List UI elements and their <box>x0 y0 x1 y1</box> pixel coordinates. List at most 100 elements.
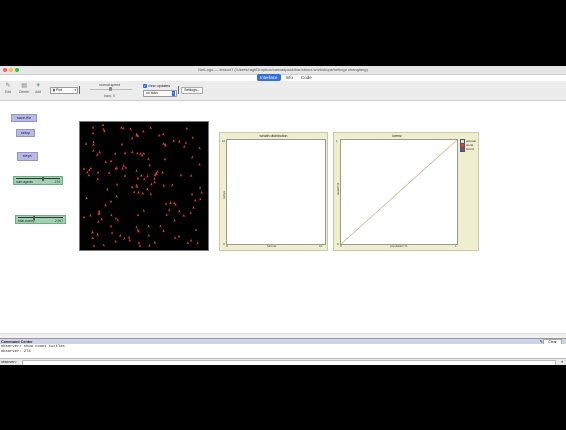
y-max-label: 10 <box>222 139 226 143</box>
turtle <box>127 235 131 239</box>
command-output: observer> show count turtles observer: 2… <box>0 344 566 357</box>
update-mode-select[interactable]: on ticks ↕ <box>143 90 177 97</box>
toolbar-separator <box>178 86 179 94</box>
netlogo-window: NetLogo — lesson7 (/Users/ragt/Dropbox/c… <box>0 66 566 365</box>
turtle <box>121 166 124 171</box>
add-label: Add <box>35 90 42 94</box>
turtle <box>146 187 149 191</box>
slider-value: 274 <box>54 180 60 184</box>
turtle <box>91 236 95 240</box>
turtle <box>136 213 140 217</box>
wealth-distribution-plot[interactable]: wealth distribution 10 0 0 10 fortune tu… <box>219 132 328 251</box>
edit-button[interactable]: ✎ Edit <box>5 83 11 94</box>
turtle <box>177 234 181 239</box>
turtle <box>96 177 100 181</box>
setup-button[interactable]: setup <box>16 129 35 137</box>
lorenz-plot[interactable]: lorenz 1 0 0 1 population % wealth % opt… <box>333 132 479 251</box>
plot-title: wealth distribution <box>259 134 288 138</box>
turtle <box>148 243 151 248</box>
turtle <box>184 140 188 145</box>
turtle <box>150 182 153 186</box>
y-min-label: 0 <box>223 242 225 246</box>
tab-code[interactable]: Code <box>298 74 315 81</box>
y-min-label: 0 <box>337 242 339 246</box>
turtle <box>91 131 95 135</box>
turtle <box>142 151 146 156</box>
turtle <box>200 190 203 195</box>
series-line-optimal <box>341 140 457 244</box>
turtle <box>167 208 171 212</box>
add-button[interactable]: + Add <box>35 83 41 94</box>
turtle <box>123 174 127 178</box>
turtle <box>190 192 194 196</box>
slider-value: 2,947 <box>55 219 63 223</box>
turtle <box>120 142 124 146</box>
turtle <box>114 216 118 220</box>
turtle <box>96 170 100 175</box>
delete-button[interactable]: ▤ Delete <box>19 83 29 94</box>
turtle <box>179 173 183 177</box>
turtle <box>147 224 150 228</box>
step-button[interactable]: step↻ <box>17 152 38 161</box>
y-axis-label: wealth % <box>336 182 340 195</box>
legend-label: lorenz <box>466 147 475 151</box>
x-min-label: 0 <box>226 244 228 248</box>
turtle <box>141 191 145 195</box>
turtle <box>191 155 194 159</box>
turtle <box>161 170 164 175</box>
turtle <box>92 143 95 147</box>
tick-counter: ticks: 0 <box>104 94 115 98</box>
turtle <box>113 152 117 156</box>
turtle <box>147 157 150 161</box>
turtle <box>109 159 113 163</box>
turtle <box>186 241 190 245</box>
x-axis-label: fortune <box>267 244 277 248</box>
save-file-button[interactable]: save-file <box>11 114 37 122</box>
turtle <box>107 171 111 175</box>
slider-handle[interactable] <box>42 177 44 181</box>
turtle <box>129 127 132 131</box>
turtle <box>92 244 96 248</box>
total-money-slider[interactable]: total-money 2,947 <box>15 215 66 224</box>
world-view[interactable] <box>79 121 209 251</box>
update-mode-value: on ticks <box>146 91 158 95</box>
turtle <box>198 162 201 167</box>
turtle <box>153 240 157 245</box>
turtle <box>198 146 201 150</box>
plot-area <box>340 139 458 245</box>
turtle <box>153 180 156 184</box>
turtle <box>138 244 142 248</box>
interface-toolbar: ✎ Edit ▤ Delete + Add ▮ Plot ▾ <box>0 81 566 101</box>
settings-button[interactable]: Settings... <box>181 87 203 94</box>
tab-interface[interactable]: Interface <box>257 74 281 81</box>
view-updates-toggle[interactable]: ✓ view updates <box>143 84 170 88</box>
turtle <box>192 205 195 210</box>
turtle <box>163 157 167 161</box>
speed-slider-handle[interactable] <box>109 87 112 91</box>
turtle-field <box>82 123 203 248</box>
history-dropdown-icon[interactable]: ▾ <box>561 360 563 364</box>
command-input[interactable] <box>22 360 556 365</box>
turtle <box>89 166 93 170</box>
turtle <box>106 187 109 191</box>
plus-icon: + <box>36 83 40 89</box>
num-agents-slider[interactable]: num-agents 274 <box>13 176 63 185</box>
agent-selector[interactable]: observer> <box>1 360 17 364</box>
turtle <box>82 215 86 219</box>
turtle <box>137 190 140 194</box>
turtle <box>110 231 114 235</box>
turtle <box>131 150 134 154</box>
tab-info[interactable]: Info <box>283 74 297 81</box>
turtle <box>137 241 141 245</box>
turtle <box>123 151 127 155</box>
checkbox-checked-icon[interactable]: ✓ <box>143 84 147 88</box>
turtle <box>157 133 161 137</box>
turtle <box>130 136 134 140</box>
delete-label: Delete <box>19 90 30 94</box>
turtle <box>136 176 140 180</box>
forever-icon: ↻ <box>29 154 33 158</box>
plot-area <box>226 139 326 245</box>
turtle <box>84 142 88 146</box>
turtle <box>114 239 117 244</box>
widget-type-select[interactable]: ▮ Plot ▾ <box>50 87 78 94</box>
